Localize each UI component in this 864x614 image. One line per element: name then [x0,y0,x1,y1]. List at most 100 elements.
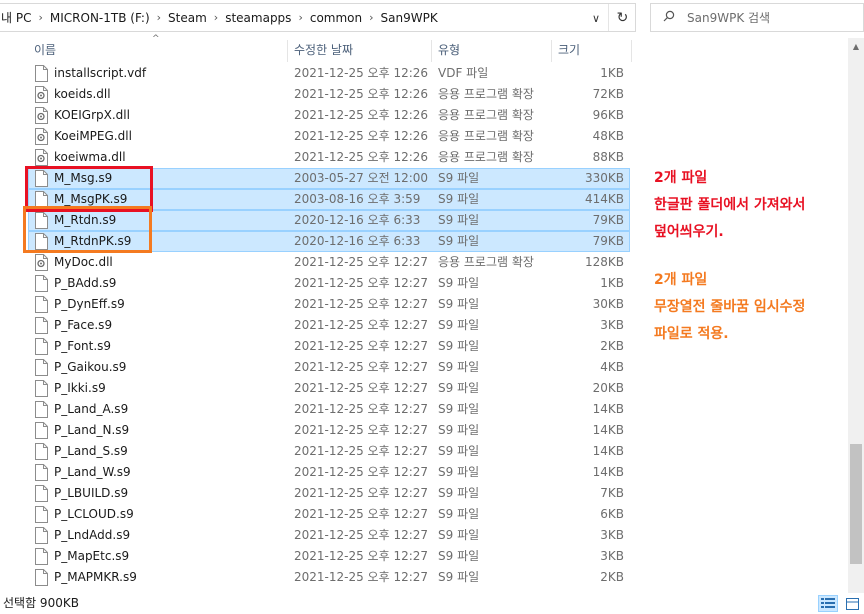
file-icon [35,569,48,586]
search-box[interactable]: San9WPK 검색 [650,3,864,32]
file-date-modified: 2021-12-25 오후 12:27 [294,339,429,353]
file-size: 128KB [584,255,624,269]
breadcrumb-drive[interactable]: MICRON-1TB (F:) [50,11,150,25]
file-icon [35,275,48,292]
column-divider[interactable] [551,40,552,62]
file-name: P_Land_A.s9 [54,402,129,416]
file-size: 14KB [592,423,624,437]
file-row[interactable]: P_Land_W.s9 2021-12-25 오후 12:27 S9 파일 14KB [0,462,848,483]
scrollbar-thumb[interactable] [850,444,862,564]
address-bar[interactable]: 내 PC › MICRON-1TB (F:) › Steam › steamap… [0,3,636,32]
file-date-modified: 2021-12-25 오후 12:26 [294,87,429,101]
orange-annotation: 2개 파일 무장열전 줄바꿈 임시수정 파일로 적용. [654,267,805,348]
orange-highlight-box [23,206,152,253]
column-divider[interactable] [287,40,288,62]
file-name: P_MAPMKR.s9 [54,570,137,584]
file-row[interactable]: P_Land_N.s9 2021-12-25 오후 12:27 S9 파일 14KB [0,420,848,441]
file-size: 79KB [592,213,624,227]
toolbar: 내 PC › MICRON-1TB (F:) › Steam › steamap… [0,0,864,36]
file-type: S9 파일 [438,570,480,584]
file-row[interactable]: koeids.dll 2021-12-25 오후 12:26 응용 프로그램 확장 7… [0,84,848,105]
file-date-modified: 2021-12-25 오후 12:27 [294,465,429,479]
column-name[interactable]: 이름 [34,38,56,63]
file-size: 14KB [592,444,624,458]
file-row[interactable]: KOEIGrpX.dll 2021-12-25 오후 12:26 응용 프로그램 확… [0,105,848,126]
file-row[interactable]: P_Land_A.s9 2021-12-25 오후 12:27 S9 파일 14KB [0,399,848,420]
chevron-right-icon[interactable]: › [157,11,161,24]
file-size: 88KB [592,150,624,164]
file-size: 72KB [592,87,624,101]
file-date-modified: 2021-12-25 오후 12:27 [294,549,429,563]
file-row[interactable]: P_Land_S.s9 2021-12-25 오후 12:27 S9 파일 14KB [0,441,848,462]
file-size: 79KB [592,234,624,248]
details-view-button[interactable] [818,595,838,612]
chevron-right-icon[interactable]: › [369,11,373,24]
file-row[interactable]: P_Ikki.s9 2021-12-25 오후 12:27 S9 파일 20KB [0,378,848,399]
column-date[interactable]: 수정한 날짜 [294,38,353,63]
column-divider[interactable] [431,40,432,62]
chevron-right-icon[interactable]: › [214,11,218,24]
dll-icon [35,128,48,145]
file-row[interactable]: KoeiMPEG.dll 2021-12-25 오후 12:26 응용 프로그램 확… [0,126,848,147]
file-icon [35,317,48,334]
scroll-up-icon[interactable]: ▲ [848,38,864,54]
search-input[interactable]: San9WPK 검색 [687,9,770,26]
annotation-line: 2개 파일 [654,170,708,186]
file-name: koeids.dll [54,87,111,101]
file-type: S9 파일 [438,318,480,332]
file-size: 6KB [600,507,624,521]
breadcrumb-this-pc[interactable]: 내 PC [1,9,31,26]
file-row[interactable]: P_LBUILD.s9 2021-12-25 오후 12:27 S9 파일 7KB [0,483,848,504]
file-name: P_Gaikou.s9 [54,360,127,374]
column-type[interactable]: 유형 [438,38,460,63]
refresh-icon[interactable]: ↻ [608,4,636,31]
file-icon [35,464,48,481]
file-row[interactable]: P_MapEtc.s9 2021-12-25 오후 12:27 S9 파일 3KB [0,546,848,567]
file-date-modified: 2021-12-25 오후 12:27 [294,381,429,395]
file-type: S9 파일 [438,528,480,542]
file-size: 414KB [584,192,624,206]
file-date-modified: 2020-12-16 오후 6:33 [294,213,421,227]
file-row[interactable]: P_Gaikou.s9 2021-12-25 오후 12:27 S9 파일 4KB [0,357,848,378]
annotation-line: 무장열전 줄바꿈 임시수정 [654,299,806,315]
file-row[interactable]: P_LCLOUD.s9 2021-12-25 오후 12:27 S9 파일 6KB [0,504,848,525]
file-date-modified: 2021-12-25 오후 12:27 [294,297,429,311]
file-row[interactable]: installscript.vdf 2021-12-25 오후 12:26 VDF … [0,63,848,84]
file-type: S9 파일 [438,402,480,416]
breadcrumb-current-folder[interactable]: San9WPK [381,11,438,25]
breadcrumb-steamapps[interactable]: steamapps [225,11,291,25]
file-row[interactable]: P_MAPMKR.s9 2021-12-25 오후 12:27 S9 파일 2KB [0,567,848,588]
large-icons-view-button[interactable] [842,595,862,612]
file-type: S9 파일 [438,549,480,563]
file-name: P_MapEtc.s9 [54,549,130,563]
chevron-right-icon[interactable]: › [38,11,42,24]
chevron-right-icon[interactable]: › [298,11,302,24]
breadcrumb-steam[interactable]: Steam [168,11,207,25]
column-header: ^ 이름 수정한 날짜 유형 크기 [0,34,848,63]
file-type: VDF 파일 [438,66,489,80]
column-size[interactable]: 크기 [558,38,580,63]
file-icon [35,422,48,439]
file-icon [35,380,48,397]
file-size: 330KB [584,171,624,185]
file-type: S9 파일 [438,276,480,290]
file-row[interactable]: P_LndAdd.s9 2021-12-25 오후 12:27 S9 파일 3KB [0,525,848,546]
file-size: 3KB [600,549,624,563]
file-date-modified: 2003-08-16 오후 3:59 [294,192,421,206]
file-date-modified: 2021-12-25 오후 12:27 [294,255,429,269]
file-date-modified: 2003-05-27 오전 12:00 [294,171,429,185]
file-date-modified: 2021-12-25 오후 12:27 [294,507,429,521]
file-type: S9 파일 [438,465,480,479]
red-annotation: 2개 파일 한글판 폴더에서 가져와서 덮어씌우기. [654,165,805,246]
file-date-modified: 2021-12-25 오후 12:27 [294,423,429,437]
vertical-scrollbar[interactable]: ▲ [848,38,864,593]
file-date-modified: 2020-12-16 오후 6:33 [294,234,421,248]
annotation-line: 한글판 폴더에서 가져와서 [654,197,806,213]
file-type: S9 파일 [438,360,480,374]
chevron-down-icon[interactable]: ∨ [586,8,606,28]
dll-icon [35,107,48,124]
file-size: 14KB [592,465,624,479]
column-divider[interactable] [631,40,632,62]
file-icon [35,359,48,376]
breadcrumb-common[interactable]: common [310,11,362,25]
